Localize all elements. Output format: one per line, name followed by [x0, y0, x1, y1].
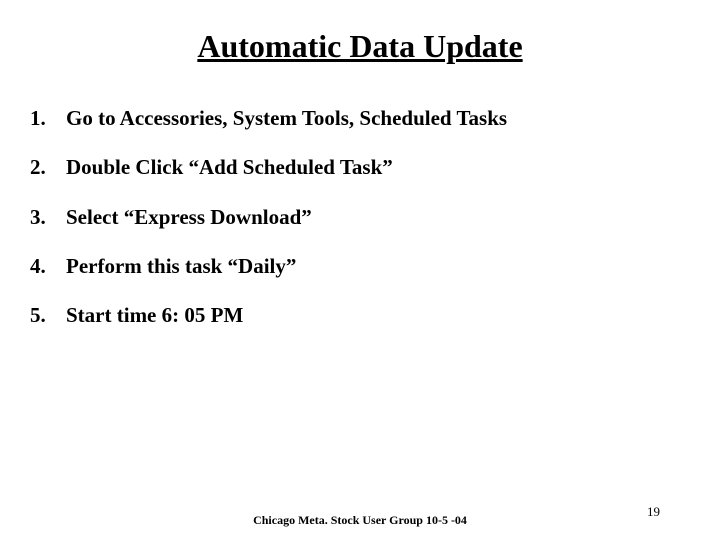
- page-number: 19: [647, 504, 660, 520]
- list-item: 3. Select “Express Download”: [30, 204, 690, 231]
- list-item: 4. Perform this task “Daily”: [30, 253, 690, 280]
- item-text: Start time 6: 05 PM: [66, 303, 243, 327]
- item-text: Go to Accessories, System Tools, Schedul…: [66, 106, 507, 130]
- list-item: 2. Double Click “Add Scheduled Task”: [30, 154, 690, 181]
- item-number: 3.: [30, 204, 46, 231]
- list-item: 5. Start time 6: 05 PM: [30, 302, 690, 329]
- item-number: 5.: [30, 302, 46, 329]
- footer-text: Chicago Meta. Stock User Group 10-5 -04: [253, 513, 467, 528]
- item-number: 4.: [30, 253, 46, 280]
- list-item: 1. Go to Accessories, System Tools, Sche…: [30, 105, 690, 132]
- footer: Chicago Meta. Stock User Group 10-5 -04: [0, 513, 720, 528]
- steps-list: 1. Go to Accessories, System Tools, Sche…: [30, 105, 690, 329]
- item-text: Double Click “Add Scheduled Task”: [66, 155, 393, 179]
- item-text: Perform this task “Daily”: [66, 254, 296, 278]
- item-number: 2.: [30, 154, 46, 181]
- item-number: 1.: [30, 105, 46, 132]
- slide-title: Automatic Data Update: [30, 28, 690, 65]
- item-text: Select “Express Download”: [66, 205, 312, 229]
